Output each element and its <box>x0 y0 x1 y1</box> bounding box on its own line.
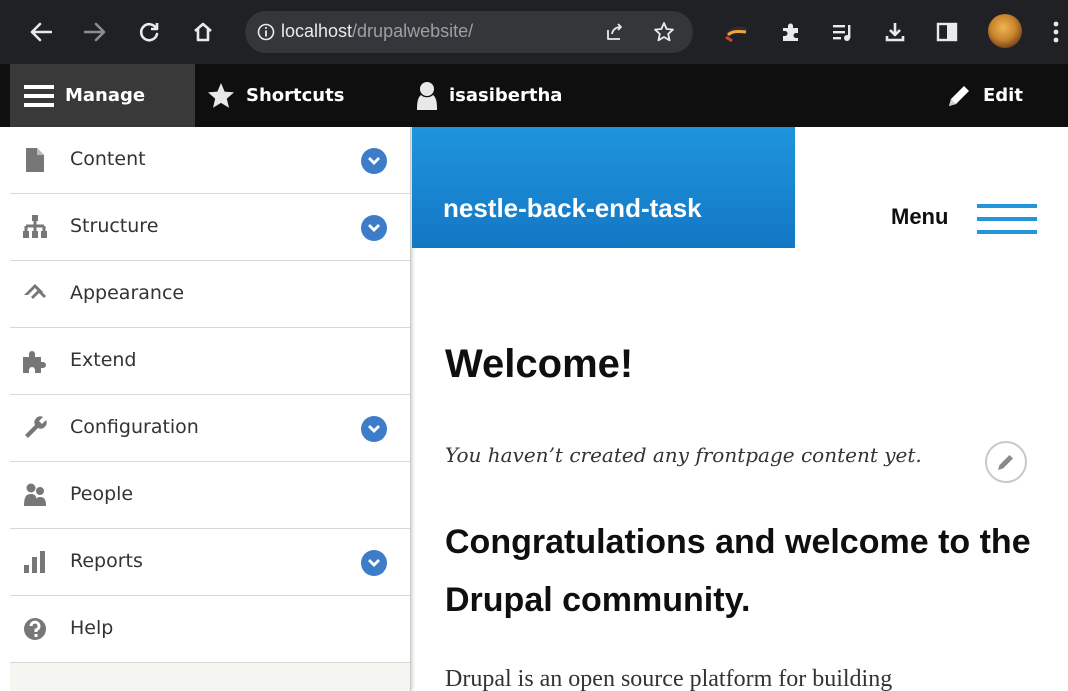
download-icon[interactable] <box>880 17 910 47</box>
file-icon <box>26 148 44 172</box>
extension-mask-icon[interactable] <box>722 17 752 47</box>
contextual-edit-button[interactable] <box>985 441 1027 483</box>
reload-icon[interactable] <box>134 17 164 47</box>
paintbrush-icon <box>24 283 46 299</box>
edit-tab[interactable]: Edit <box>946 64 1023 127</box>
chevron-down-icon <box>368 157 380 165</box>
tray-item-label: Appearance <box>70 282 185 304</box>
tray-item-configuration[interactable]: Configuration <box>10 395 410 462</box>
manage-label: Manage <box>65 85 146 106</box>
page-title: Welcome! <box>445 342 634 386</box>
address-bar[interactable]: localhost/drupalwebsite/ <box>245 11 693 53</box>
side-panel-icon[interactable] <box>932 17 962 47</box>
pencil-icon <box>949 85 969 106</box>
hamburger-icon <box>24 84 54 107</box>
user-icon <box>417 81 437 110</box>
tray-item-label: Reports <box>70 550 143 572</box>
edit-label: Edit <box>983 85 1023 106</box>
kebab-menu-icon[interactable] <box>1046 17 1066 47</box>
no-content-message: You haven’t created any frontpage conten… <box>445 443 922 467</box>
shortcuts-tab[interactable]: Shortcuts <box>207 64 344 127</box>
user-tab[interactable]: isasibertha <box>416 64 562 127</box>
tray-item-label: Help <box>70 617 114 639</box>
tray-item-structure[interactable]: Structure <box>10 194 410 261</box>
user-label: isasibertha <box>449 85 563 106</box>
tray-item-extend[interactable]: Extend <box>10 328 410 395</box>
admin-toolbar: Manage Shortcuts isasibertha Edit <box>0 64 1068 127</box>
chevron-down-icon <box>368 224 380 232</box>
wrench-icon <box>25 416 47 438</box>
expand-toggle-structure[interactable] <box>361 215 387 241</box>
shortcuts-label: Shortcuts <box>246 85 345 106</box>
menu-label[interactable]: Menu <box>891 204 948 230</box>
tray-item-label: Content <box>70 148 146 170</box>
tray-item-help[interactable]: Help <box>10 596 410 663</box>
tray-item-people[interactable]: People <box>10 462 410 529</box>
site-branding: nestle-back-end-task <box>412 127 795 248</box>
url-text[interactable]: localhost/drupalwebsite/ <box>281 21 473 42</box>
tray-item-label: Configuration <box>70 416 199 438</box>
tray-item-appearance[interactable]: Appearance <box>10 261 410 328</box>
tray-item-reports[interactable]: Reports <box>10 529 410 596</box>
site-name-link[interactable]: nestle-back-end-task <box>443 193 702 224</box>
home-icon[interactable] <box>188 17 218 47</box>
sitemap-icon <box>23 215 47 238</box>
media-queue-icon[interactable] <box>828 17 858 47</box>
bookmark-star-icon[interactable] <box>653 21 675 43</box>
admin-tray: Content Structure Appearance Extend Conf… <box>10 127 411 691</box>
star-icon <box>208 83 234 108</box>
chevron-down-icon <box>368 425 380 433</box>
tray-item-label: Structure <box>70 215 159 237</box>
puzzle-icon <box>23 351 46 373</box>
profile-avatar[interactable] <box>988 14 1022 48</box>
bar-chart-icon <box>24 551 45 573</box>
expand-toggle-content[interactable] <box>361 148 387 174</box>
chevron-down-icon <box>368 559 380 567</box>
back-icon[interactable] <box>26 17 56 47</box>
share-icon[interactable] <box>605 22 625 42</box>
site-info-icon[interactable] <box>257 23 275 41</box>
drupal-description: Drupal is an open source platform for bu… <box>445 666 893 691</box>
extensions-puzzle-icon[interactable] <box>776 17 806 47</box>
browser-chrome: localhost/drupalwebsite/ <box>0 0 1068 64</box>
tray-item-label: People <box>70 483 134 505</box>
pencil-icon <box>998 455 1013 470</box>
menu-toggle-icon[interactable] <box>977 204 1037 234</box>
help-icon <box>24 618 46 640</box>
tray-item-content[interactable]: Content <box>10 127 410 194</box>
people-icon <box>24 483 46 506</box>
forward-icon[interactable] <box>80 17 110 47</box>
tray-item-label: Extend <box>70 349 137 371</box>
expand-toggle-reports[interactable] <box>361 550 387 576</box>
manage-tab[interactable]: Manage <box>10 64 195 127</box>
expand-toggle-configuration[interactable] <box>361 416 387 442</box>
congrats-heading: Congratulations and welcome to the Drupa… <box>445 523 1031 619</box>
